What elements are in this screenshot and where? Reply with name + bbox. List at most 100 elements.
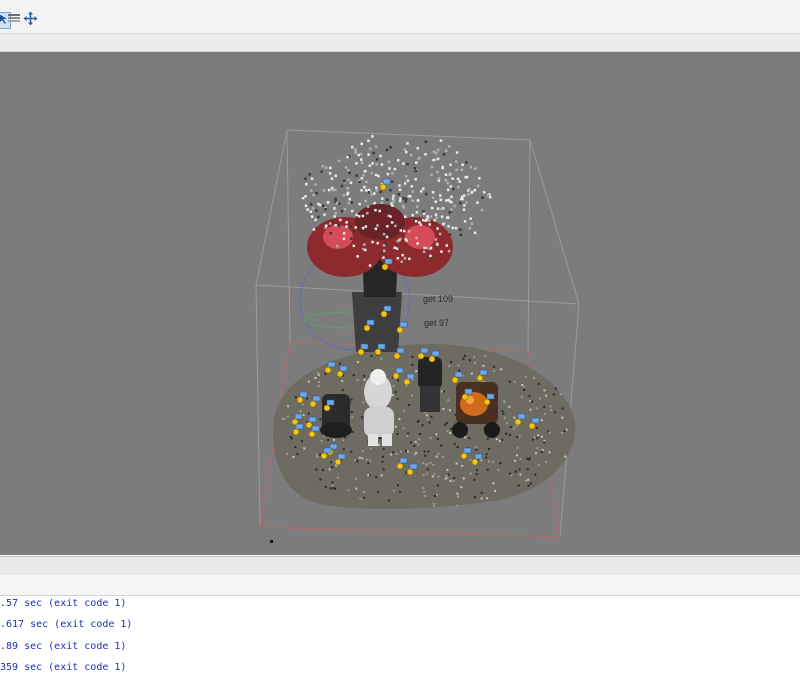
ground-point	[395, 452, 398, 455]
cloud-point	[347, 201, 351, 205]
cloud-point	[395, 247, 399, 250]
ground-point	[492, 482, 495, 485]
cloud-point	[404, 215, 407, 218]
ground-point	[453, 443, 456, 446]
cloud-point	[370, 193, 374, 197]
ground-point	[390, 453, 393, 456]
cloud-point	[436, 148, 440, 152]
ground-point	[307, 412, 310, 415]
cloud-point	[423, 246, 426, 250]
ground-point	[527, 478, 530, 481]
ground-point	[493, 365, 496, 368]
cloud-point	[456, 177, 460, 181]
cloud-point	[337, 224, 341, 228]
ground-point	[363, 491, 366, 493]
cloud-point	[430, 173, 433, 177]
ground-point	[354, 459, 356, 462]
ground-point	[549, 409, 552, 412]
cloud-point	[438, 232, 442, 236]
cloud-point	[380, 251, 383, 254]
layers-tool-button[interactable]	[5, 12, 22, 29]
ground-point	[426, 472, 429, 475]
cloud-point	[436, 170, 439, 174]
cloud-point	[351, 145, 354, 149]
ground-point	[388, 499, 390, 502]
ground-point	[351, 415, 354, 418]
ground-point	[485, 453, 488, 456]
ground-point	[559, 393, 562, 396]
cloud-point	[371, 240, 374, 244]
cloud-point	[304, 195, 307, 198]
ground-point	[540, 451, 543, 454]
ground-point	[422, 462, 425, 465]
cloud-point	[366, 211, 369, 215]
ground-point	[435, 433, 438, 436]
cloud-point	[320, 170, 323, 173]
cloud-point	[467, 193, 470, 196]
cloud-point	[444, 173, 448, 176]
console-output: .57 sec (exit code 1) .617 sec (exit cod…	[0, 596, 800, 673]
ground-point	[301, 440, 303, 443]
cloud-point	[402, 197, 405, 200]
ground-point	[411, 394, 413, 397]
cloud-point	[449, 172, 452, 175]
cloud-point	[394, 224, 397, 228]
ground-point	[377, 491, 379, 494]
ground-point	[307, 380, 310, 383]
ground-point	[432, 502, 435, 505]
cloud-point	[355, 174, 358, 177]
cloud-point	[374, 208, 377, 212]
panel-splitter[interactable]	[0, 556, 800, 576]
ground-point	[554, 387, 557, 390]
ground-point	[450, 361, 452, 364]
cloud-point	[469, 165, 473, 169]
ground-point	[539, 397, 542, 400]
cloud-point	[390, 221, 394, 224]
cloud-point	[366, 205, 370, 208]
ground-point	[318, 381, 321, 383]
cloud-point	[470, 191, 473, 194]
ground-point	[523, 389, 526, 391]
model-viewport[interactable]: get 109 get 97	[0, 52, 800, 555]
cloud-point	[449, 163, 452, 167]
cloud-point	[364, 199, 367, 203]
cloud-point	[434, 151, 438, 155]
cloud-point	[468, 188, 471, 191]
ground-point	[331, 484, 334, 487]
cloud-point	[346, 191, 350, 195]
cloud-point	[335, 201, 339, 205]
ground-point	[449, 480, 452, 482]
cloud-point	[365, 180, 368, 183]
ground-point	[417, 443, 420, 446]
cloud-point	[425, 218, 428, 221]
cloud-point	[358, 202, 361, 206]
cloud-point	[348, 198, 351, 201]
cloud-point	[323, 213, 326, 216]
ground-point	[545, 461, 548, 464]
marker-label: get 109	[423, 294, 454, 304]
cloud-point	[403, 182, 407, 185]
cloud-point	[362, 247, 365, 251]
cloud-point	[357, 215, 361, 218]
ground-point	[403, 410, 406, 413]
stray-point	[270, 540, 273, 543]
ground-point	[526, 457, 529, 460]
ground-point	[315, 468, 318, 471]
cloud-point	[413, 217, 416, 221]
cloud-point	[405, 150, 408, 154]
ground-point	[552, 393, 555, 396]
cloud-point	[432, 150, 436, 153]
ground-point	[331, 466, 334, 468]
cloud-point	[324, 208, 327, 211]
cloud-point	[422, 210, 425, 213]
cloud-point	[357, 153, 360, 157]
cloud-point	[385, 235, 389, 239]
move-tool-button[interactable]	[22, 11, 39, 29]
ground-point	[470, 372, 473, 375]
cloud-point	[330, 186, 334, 190]
ground-point	[540, 419, 543, 422]
cloud-point	[343, 179, 346, 183]
cloud-point	[373, 201, 376, 205]
cloud-point	[334, 188, 337, 192]
ground-point	[382, 468, 385, 471]
